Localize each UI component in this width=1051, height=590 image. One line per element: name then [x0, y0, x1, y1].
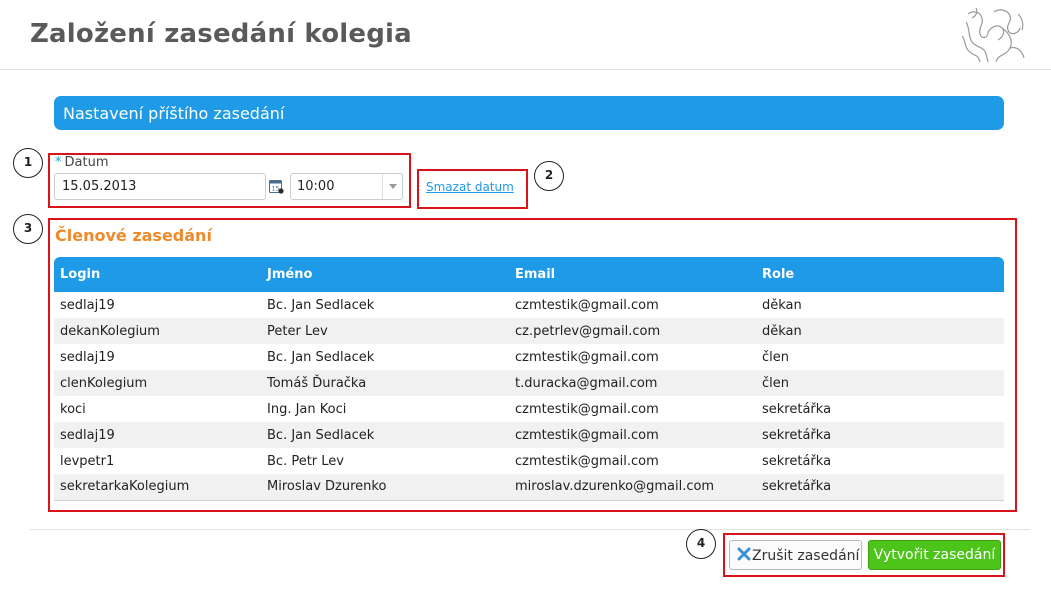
required-mark: * [55, 155, 62, 170]
cell-login: koci [60, 401, 86, 417]
callout-badge: 3 [13, 214, 43, 244]
date-input[interactable]: 15.05.2013 [54, 173, 266, 200]
column-header-name[interactable]: Jméno [261, 257, 509, 292]
cancel-meeting-label: Zrušit zasedání [752, 548, 860, 564]
cell-email: czmtestik@gmail.com [515, 349, 659, 365]
table-row[interactable]: koci Ing. Jan Koci czmtestik@gmail.com s… [54, 396, 1004, 422]
cell-name: Peter Lev [261, 318, 509, 344]
callout-badge: 2 [534, 161, 564, 191]
cell-email: t.duracka@gmail.com [509, 370, 756, 396]
cell-email: czmtestik@gmail.com [509, 422, 756, 448]
table-row[interactable]: sedlaj19 Bc. Jan Sedlacek czmtestik@gmai… [54, 422, 1004, 448]
cell-login: sedlaj19 [54, 422, 261, 448]
cell-email: miroslav.dzurenko@gmail.com [509, 474, 756, 501]
members-table: Login Jméno Email Role sedlaj19 Bc. Jan … [54, 257, 1004, 501]
column-header-email[interactable]: Email [509, 257, 756, 292]
members-title: Členové zasedání [55, 226, 212, 245]
table-row[interactable]: sekretarkaKolegium Miroslav Dzurenko mir… [54, 474, 1004, 501]
table-header-row: Login Jméno Email Role [54, 257, 1004, 292]
date-label-text: Datum [64, 155, 109, 170]
column-header-role[interactable]: Role [756, 257, 1004, 292]
cell-name: Bc. Jan Sedlacek [267, 297, 375, 313]
cell-role: člen [762, 349, 789, 365]
cell-role: sekretářka [756, 474, 1004, 501]
svg-text:15: 15 [272, 186, 280, 193]
cell-name: Bc. Jan Sedlacek [261, 422, 509, 448]
divider [30, 529, 1030, 530]
callout-badge: 4 [686, 529, 716, 559]
section-header: Nastavení příštího zasedání [54, 96, 1004, 130]
callout-badge: 1 [13, 148, 43, 178]
cell-email: cz.petrlev@gmail.com [509, 318, 756, 344]
cell-role: člen [756, 370, 1004, 396]
cell-role: děkan [756, 318, 1004, 344]
table-row[interactable]: levpetr1 Bc. Petr Lev czmtestik@gmail.co… [54, 448, 1004, 474]
cell-email: czmtestik@gmail.com [515, 297, 659, 313]
time-select[interactable]: 10:00 [290, 173, 403, 200]
cell-login: sekretarkaKolegium [54, 474, 261, 501]
time-select-value: 10:00 [297, 179, 335, 194]
create-meeting-button[interactable]: Vytvořit zasedání [868, 540, 1001, 570]
close-icon [737, 547, 751, 561]
cell-role: sekretářka [762, 401, 832, 417]
calendar-icon[interactable]: 15 [269, 179, 284, 194]
cell-name: Bc. Jan Sedlacek [267, 349, 375, 365]
table-row[interactable]: dekanKolegium Peter Lev cz.petrlev@gmail… [54, 318, 1004, 344]
cancel-meeting-button[interactable]: Zrušit zasedání [729, 540, 862, 570]
table-row[interactable]: sedlaj19 Bc. Jan Sedlacek czmtestik@gmai… [54, 292, 1004, 318]
cell-name: Bc. Petr Lev [267, 453, 344, 469]
cell-login: sedlaj19 [60, 349, 115, 365]
section-title: Nastavení příštího zasedání [63, 104, 285, 123]
table-row[interactable]: clenKolegium Tomáš Ďuračka t.duracka@gma… [54, 370, 1004, 396]
cell-login: dekanKolegium [54, 318, 261, 344]
cell-name: Miroslav Dzurenko [261, 474, 509, 501]
column-header-login[interactable]: Login [54, 257, 261, 292]
date-field-label: * Datum [55, 155, 108, 170]
cell-role: děkan [762, 297, 802, 313]
table-row[interactable]: sedlaj19 Bc. Jan Sedlacek czmtestik@gmai… [54, 344, 1004, 370]
time-select-toggle[interactable] [382, 174, 402, 199]
cell-email: czmtestik@gmail.com [515, 453, 659, 469]
cell-role: sekretářka [762, 453, 832, 469]
cell-email: czmtestik@gmail.com [515, 401, 659, 417]
page-title: Založení zasedání kolegia [30, 19, 412, 49]
page-header: Založení zasedání kolegia [0, 0, 1051, 70]
clear-date-link[interactable]: Smazat datum [426, 180, 514, 194]
lion-logo-icon [961, 7, 1025, 63]
cell-role: sekretářka [756, 422, 1004, 448]
chevron-down-icon [389, 184, 397, 189]
cell-login: clenKolegium [54, 370, 261, 396]
cell-name: Tomáš Ďuračka [261, 370, 509, 396]
cell-login: levpetr1 [60, 453, 115, 469]
cell-name: Ing. Jan Koci [267, 401, 347, 417]
cell-login: sedlaj19 [60, 297, 115, 313]
